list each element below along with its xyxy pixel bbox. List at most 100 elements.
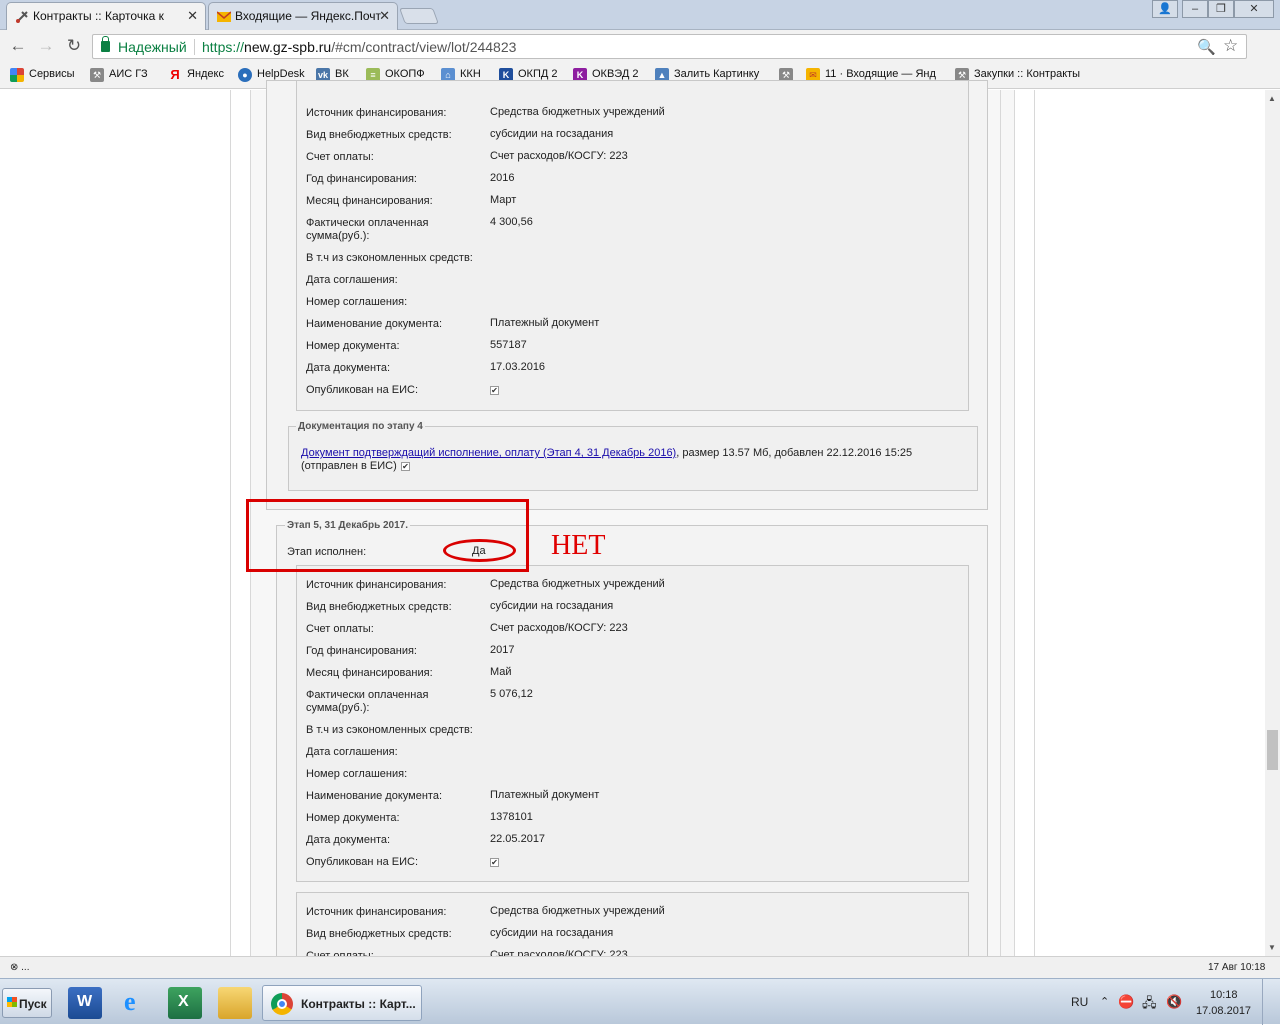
field-value: 17.03.2016	[490, 361, 546, 373]
field-label: В т.ч из сэкономленных средств:	[306, 252, 473, 264]
star-icon[interactable]: ☆	[1223, 36, 1238, 56]
restore-button[interactable]: ❐	[1208, 0, 1234, 18]
scroll-up-icon[interactable]: ▲	[1268, 94, 1276, 103]
bookmark-services[interactable]: Сервисы	[10, 68, 75, 82]
field-value: 4 300,56	[490, 216, 533, 228]
scroll-down-icon[interactable]: ▼	[1268, 943, 1276, 952]
field-label: Месяц финансирования:	[306, 195, 433, 207]
windows-icon	[7, 997, 17, 1007]
close-window-button[interactable]: ✕	[1234, 0, 1274, 18]
field-label: Номер документа:	[306, 812, 400, 824]
bookmark-okpd2[interactable]: K ОКПД 2	[499, 68, 558, 82]
tab-contracts[interactable]: Контракты :: Карточка к ✕	[6, 2, 206, 30]
volume-muted-icon[interactable]: 🔇	[1166, 994, 1182, 1010]
close-tab-icon[interactable]: ✕	[379, 8, 390, 24]
field-label: Фактически оплаченная	[306, 689, 429, 701]
tools-icon	[15, 10, 29, 24]
bookmark-yandex[interactable]: Я Яндекс	[168, 67, 224, 82]
field-label: Номер документа:	[306, 340, 400, 352]
bookmark-ais-gz[interactable]: ⚒ АИС ГЗ	[90, 68, 148, 82]
frame-line	[1034, 90, 1035, 956]
field-label: Источник финансирования:	[306, 906, 447, 918]
bookmark-kkn[interactable]: ⌂ ККН	[441, 68, 481, 82]
browser-toolbar: ← → ↻ Надежный https://new.gz-spb.ru/#cm…	[0, 30, 1280, 91]
url-scheme: https://	[202, 39, 245, 55]
page-scrollbar[interactable]	[1265, 90, 1280, 956]
taskbar-chrome-task[interactable]: Контракты :: Карт...	[262, 985, 422, 1021]
field-label: Источник финансирования:	[306, 579, 447, 591]
field-value: 2017	[490, 644, 515, 656]
bookmark-vk[interactable]: vk ВК	[316, 68, 349, 82]
network-icon[interactable]: 🖧	[1142, 994, 1157, 1016]
bookmark-mail[interactable]: ✉ 11 · Входящие — Янд	[806, 68, 936, 82]
field-value: Средства бюджетных учреждений	[490, 578, 665, 590]
field-label: Счет оплаты:	[306, 151, 374, 163]
bookmark-okved2[interactable]: K ОКВЭД 2	[573, 68, 638, 82]
field-value: субсидии на госзадания	[490, 600, 614, 612]
new-tab-button[interactable]	[399, 8, 439, 24]
field-label: Вид внебюджетных средств:	[306, 129, 452, 141]
doc-info: , размер 13.57 Мб, добавлен 22.12.2016 1…	[676, 447, 913, 459]
field-label: Фактически оплаченная	[306, 217, 429, 229]
field-value: Платежный документ	[490, 317, 600, 329]
excel-icon[interactable]: X	[168, 987, 202, 1019]
doc-sent-text: (отправлен в ЕИС)	[301, 460, 397, 472]
bookmark-upload-image[interactable]: ▲ Залить Картинку	[655, 68, 759, 82]
back-button[interactable]: ←	[8, 36, 28, 56]
scroll-thumb[interactable]	[1267, 730, 1278, 770]
tab-strip: Контракты :: Карточка к ✕ Входящие — Янд…	[0, 0, 1280, 30]
eis-published-checkbox: ✔	[490, 858, 499, 867]
field-label: Номер соглашения:	[306, 768, 408, 780]
start-button[interactable]: Пуск	[2, 988, 52, 1018]
field-value: Счет расходов/КОСГУ: 223	[490, 622, 628, 634]
field-label: Год финансирования:	[306, 173, 417, 185]
apps-icon	[10, 68, 24, 82]
word-icon[interactable]: W	[68, 987, 102, 1019]
annotation-text: НЕТ	[551, 530, 606, 561]
url-text[interactable]: https://new.gz-spb.ru/#cm/contract/view/…	[202, 39, 516, 55]
ie-icon[interactable]: e	[118, 987, 152, 1019]
stage4-doc-link[interactable]: Документ подтверждащий исполнение, оплат…	[301, 447, 676, 459]
tab-mail[interactable]: Входящие — Яндекс.Почт ✕	[208, 2, 398, 30]
field-value: Средства бюджетных учреждений	[490, 905, 665, 917]
security-label: Надежный	[118, 39, 187, 55]
profile-icon[interactable]: 👤	[1152, 0, 1178, 18]
mail-icon	[216, 10, 232, 24]
tray-expand-icon[interactable]: ⌃	[1100, 995, 1109, 1008]
close-tab-icon[interactable]: ✕	[187, 8, 198, 24]
address-bar[interactable]: Надежный https://new.gz-spb.ru/#cm/contr…	[92, 34, 1247, 59]
network-error-icon[interactable]: ⛔	[1118, 994, 1134, 1010]
language-indicator[interactable]: RU	[1071, 995, 1088, 1009]
frame-line	[1000, 90, 1001, 956]
folder-icon[interactable]	[218, 987, 252, 1019]
field-label: Дата документа:	[306, 362, 391, 374]
minimize-button[interactable]: –	[1182, 0, 1208, 18]
clock-date[interactable]: 17.08.2017	[1196, 1005, 1251, 1017]
eis-published-checkbox: ✔	[490, 386, 499, 395]
frame-line	[1014, 90, 1015, 956]
zoom-icon[interactable]: 🔍	[1197, 38, 1216, 56]
payment-block: Источник финансирования: Средства бюджетн…	[296, 565, 969, 882]
url-separator	[194, 39, 195, 55]
field-value: 557187	[490, 339, 527, 351]
clock-time[interactable]: 10:18	[1210, 989, 1238, 1001]
show-desktop-button[interactable]	[1262, 979, 1280, 1025]
tab-title: Входящие — Яндекс.Почт	[235, 9, 382, 23]
yandex-icon: Я	[170, 67, 180, 82]
chrome-icon	[271, 993, 293, 1015]
frame-line	[230, 90, 231, 956]
bookmark-helpdesk[interactable]: ● HelpDesk	[238, 68, 305, 82]
forward-button[interactable]: →	[36, 36, 56, 56]
status-datetime: 17 Авг 10:18	[1208, 962, 1266, 973]
status-bar: ⊗ ... 17 Авг 10:18	[0, 956, 1280, 978]
field-label: Год финансирования:	[306, 645, 417, 657]
payment-block: Источник финансирования: Средства бюджетн…	[296, 80, 969, 411]
url-path: /#cm/contract/view/lot/244823	[331, 39, 517, 55]
bookmark-okopf[interactable]: ≡ ОКОПФ	[366, 68, 425, 82]
field-value: 5 076,12	[490, 688, 533, 700]
field-label: В т.ч из сэкономленных средств:	[306, 724, 473, 736]
reload-button[interactable]: ↻	[64, 36, 84, 56]
field-value: 2016	[490, 172, 515, 184]
bookmark-purchases[interactable]: ⚒ Закупки :: Контракты	[955, 68, 1080, 82]
field-value: 22.05.2017	[490, 833, 546, 845]
